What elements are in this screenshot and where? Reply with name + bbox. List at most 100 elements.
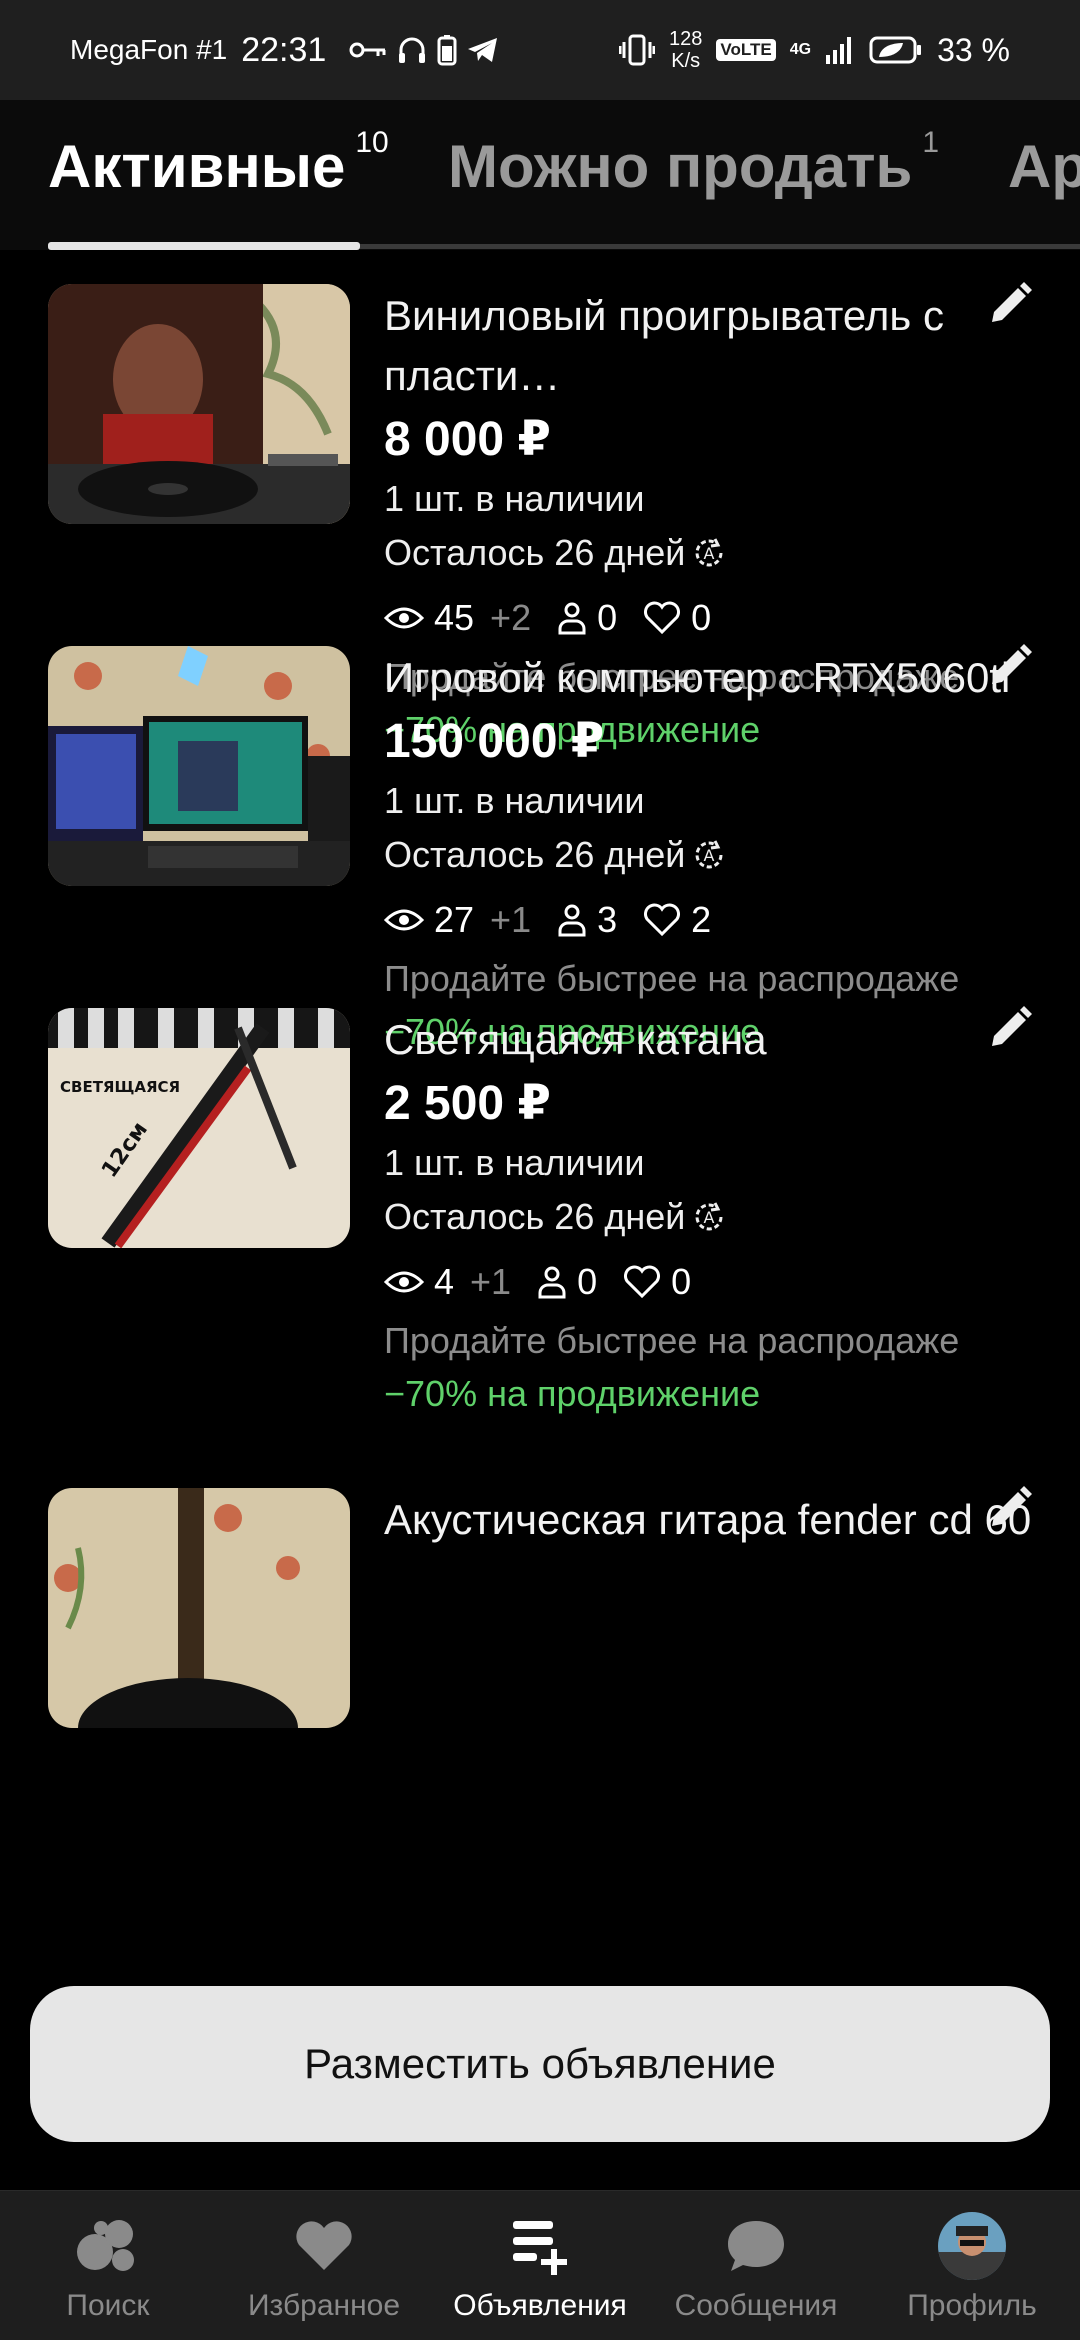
network-type: 4G <box>789 41 812 58</box>
listing-stats: 4 +1 0 0 <box>384 1254 1034 1310</box>
favorites-count: 0 <box>671 1261 692 1302</box>
tab-active-label: Активные <box>48 133 346 200</box>
listings-add-icon <box>513 2221 567 2275</box>
bottom-navigation: Поиск Избранное Объявления Сообщения Про… <box>0 2190 1080 2340</box>
listing-stock: 1 шт. в наличии <box>384 780 645 821</box>
volte-badge: VoLTE <box>716 39 776 61</box>
nav-messages-label: Сообщения <box>674 2289 838 2322</box>
favorites-stat: 0 <box>623 1261 691 1303</box>
listings-list[interactable]: Виниловый проигрыватель с пласти… 8 000 … <box>0 250 1080 2190</box>
tab-can-sell[interactable]: Можно продать 1 <box>448 126 939 201</box>
nav-listings[interactable]: Объявления <box>432 2191 648 2340</box>
listing-photo[interactable]: СВЕТЯЩАЯСЯ 12см <box>48 1008 350 1248</box>
heart-outline-icon <box>644 903 681 937</box>
signal-icon <box>826 37 852 64</box>
clock: 22:31 <box>241 30 327 69</box>
vibrate-icon <box>619 34 656 66</box>
listing-price: 2 500 ₽ <box>384 1077 551 1130</box>
guitar-photo <box>48 1488 350 1728</box>
listing-title[interactable]: Светящаяся катана <box>384 1010 1034 1070</box>
gaming-pc-photo <box>48 646 350 886</box>
listing-tabs: Активные 10 Можно продать 1 Ар <box>0 100 1080 250</box>
views-stat: 27 +1 <box>384 899 531 941</box>
contacts-count: 0 <box>577 1261 598 1302</box>
vinyl-player-photo <box>48 284 350 524</box>
days-left-text: Осталось 26 дней <box>384 1196 686 1237</box>
favorites-count: 2 <box>691 899 712 940</box>
listing-photo[interactable] <box>48 646 350 886</box>
listing-price: 8 000 ₽ <box>384 413 551 466</box>
listing-days-left: Осталось 26 дней A <box>384 828 1034 882</box>
battery-saver-icon <box>437 35 457 66</box>
tab-archive[interactable]: Ар <box>1008 132 1080 201</box>
eye-icon <box>384 909 424 931</box>
chat-bubble-icon <box>728 2221 784 2271</box>
heart-outline-icon <box>624 1265 661 1299</box>
search-dots-icon <box>77 2220 134 2271</box>
carrier-name: MegaFon #1 <box>70 34 228 65</box>
nav-profile[interactable]: Профиль <box>864 2191 1080 2340</box>
person-icon <box>558 904 586 937</box>
tab-can-sell-label: Можно продать <box>448 133 913 200</box>
nav-listings-label: Объявления <box>453 2289 627 2322</box>
edit-pencil-icon[interactable] <box>986 1004 1034 1052</box>
nav-profile-label: Профиль <box>907 2289 1037 2322</box>
network-speed: 128 K/s <box>669 28 703 72</box>
tab-active[interactable]: Активные 10 <box>48 126 389 201</box>
listing-title[interactable]: Акустическая гитара fender cd 60 <box>384 1490 1034 1550</box>
auto-renew-icon[interactable]: A <box>689 1197 729 1237</box>
tab-can-sell-count: 1 <box>922 126 940 159</box>
views-stat: 4 +1 <box>384 1261 511 1303</box>
tab-archive-label: Ар <box>1008 133 1080 200</box>
auto-renew-icon[interactable]: A <box>689 835 729 875</box>
listing-days-left: Осталось 26 дней A <box>384 526 1034 580</box>
favorites-stat: 2 <box>643 899 711 941</box>
edit-pencil-icon[interactable] <box>986 280 1034 328</box>
listing-title[interactable]: Виниловый проигрыватель с пласти… <box>384 286 1034 406</box>
auto-renew-icon[interactable]: A <box>689 533 729 573</box>
svg-text:A: A <box>704 1208 715 1227</box>
listing-price: 150 000 ₽ <box>384 715 605 768</box>
nav-search[interactable]: Поиск <box>0 2191 216 2340</box>
listing-title[interactable]: Игровой компьютер с RTX5060ti <box>384 648 1034 708</box>
key-icon <box>349 42 386 58</box>
listing-item[interactable]: Акустическая гитара fender cd 60 <box>0 1454 1080 1994</box>
battery-percent: 33 % <box>937 31 1010 68</box>
avatar <box>938 2212 1006 2280</box>
contacts-stat: 0 <box>537 1261 597 1303</box>
headphones-icon <box>399 37 426 63</box>
tab-indicator <box>48 242 360 250</box>
nav-favorites-label: Избранное <box>247 2289 401 2322</box>
views-count: 27 <box>434 899 475 940</box>
views-delta: +1 <box>490 899 532 940</box>
svg-text:A: A <box>704 544 715 563</box>
nav-messages[interactable]: Сообщения <box>648 2191 864 2340</box>
nav-favorites[interactable]: Избранное <box>216 2191 432 2340</box>
create-listing-button[interactable]: Разместить объявление <box>30 1986 1050 2142</box>
contacts-stat: 3 <box>557 899 617 941</box>
views-delta: +1 <box>470 1261 512 1302</box>
views-count: 4 <box>434 1261 455 1302</box>
days-left-text: Осталось 26 дней <box>384 532 686 573</box>
listing-stock: 1 шт. в наличии <box>384 478 645 519</box>
katana-photo-caption: СВЕТЯЩАЯСЯ <box>60 1078 180 1096</box>
listing-photo[interactable] <box>48 1488 350 1728</box>
contacts-count: 3 <box>597 899 618 940</box>
status-bar: MegaFon #1 22:31 128 K/s VoLTE 4G 33 % <box>0 0 1080 100</box>
battery-icon <box>869 36 922 64</box>
listing-item[interactable]: СВЕТЯЩАЯСЯ 12см Светящаяся катана 2 500 … <box>0 974 1080 1514</box>
edit-pencil-icon[interactable] <box>986 1484 1034 1532</box>
edit-pencil-icon[interactable] <box>986 642 1034 690</box>
svg-text:A: A <box>704 846 715 865</box>
listing-stats: 27 +1 3 2 <box>384 892 1034 948</box>
person-icon <box>538 1266 566 1299</box>
heart-icon <box>296 2221 352 2270</box>
promo-text[interactable]: Продайте быстрее на распродаже <box>384 1314 1034 1368</box>
eye-icon <box>384 1271 424 1293</box>
tab-active-count: 10 <box>355 126 389 159</box>
telegram-icon <box>468 38 498 62</box>
days-left-text: Осталось 26 дней <box>384 834 686 875</box>
listing-days-left: Осталось 26 дней A <box>384 1190 1034 1244</box>
promo-discount[interactable]: −70% на продвижение <box>384 1368 1034 1420</box>
listing-photo[interactable] <box>48 284 350 524</box>
